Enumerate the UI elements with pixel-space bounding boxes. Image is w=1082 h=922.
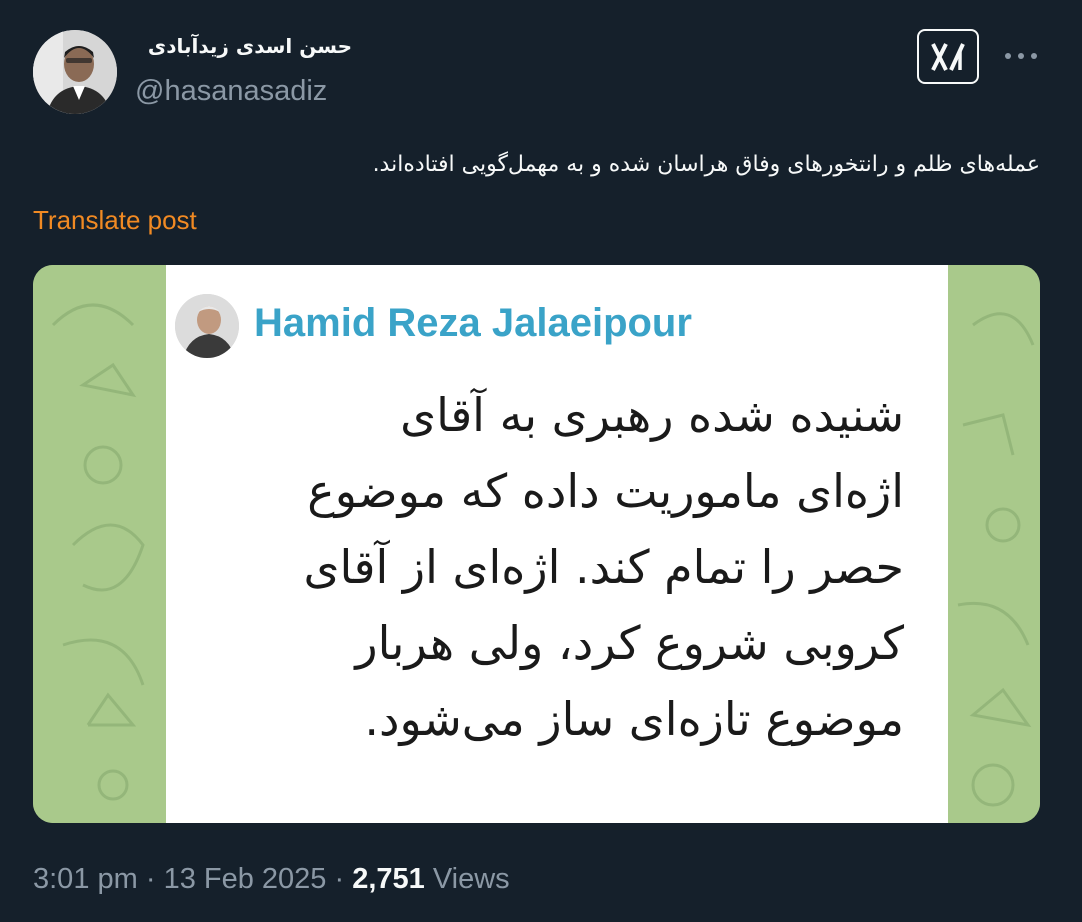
card-line: حصر را تمام کند. اژه‌ای از آقای [303, 540, 904, 594]
meta-separator: · [137, 863, 164, 895]
author-avatar[interactable] [33, 30, 117, 114]
tweet-time[interactable]: 3:01 pm [33, 863, 138, 895]
card-line: شنیده شده رهبری به آقای [400, 388, 904, 442]
tweet-media-image[interactable]: Hamid Reza Jalaeipour شنیده شده رهبری به… [33, 265, 1040, 823]
tweet-text: عمله‌های ظلم و رانتخورهای وفاق هراسان شد… [372, 152, 1040, 177]
views-count[interactable]: 2,751 [352, 863, 425, 895]
views-label: Views [424, 863, 510, 895]
author-display-name[interactable]: حسن اسدی زیدآبادی [148, 34, 352, 58]
tweet-meta: 3:01 pm · 13 Feb 2025 · 2,751 Views [33, 863, 510, 896]
tweet-date[interactable]: 13 Feb 2025 [164, 863, 327, 895]
card-body-text: شنیده شده رهبری به آقای اژه‌ای ماموریت د… [184, 377, 904, 757]
grok-button[interactable] [917, 29, 979, 84]
meta-separator: · [326, 863, 353, 895]
card-author-avatar [175, 294, 239, 358]
screenshot-card: Hamid Reza Jalaeipour شنیده شده رهبری به… [166, 265, 948, 823]
author-handle[interactable]: @hasanasadiz [135, 75, 327, 108]
more-icon [1005, 53, 1037, 59]
card-line: اژه‌ای ماموریت داده که موضوع [307, 464, 904, 518]
card-author-name: Hamid Reza Jalaeipour [254, 301, 692, 345]
card-line: کروبی شروع کرد، ولی هربار [355, 616, 904, 670]
card-line: موضوع تازه‌ای ساز می‌شود. [364, 692, 904, 746]
grok-icon [931, 42, 965, 71]
translate-post-link[interactable]: Translate post [33, 205, 197, 236]
more-options-button[interactable] [1003, 44, 1039, 68]
